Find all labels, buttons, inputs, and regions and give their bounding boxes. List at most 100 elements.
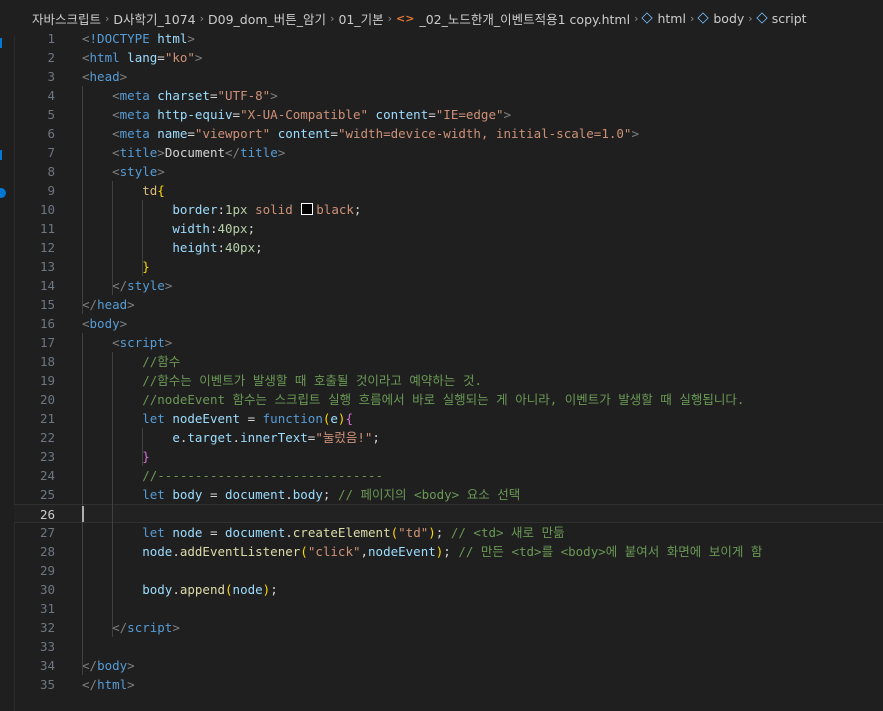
breadcrumb-folder[interactable]: D09_dom_버튼_암기 (208, 9, 326, 28)
line-number: 13 (39, 259, 55, 274)
code-token: ; (247, 221, 256, 236)
code-text: </script> (82, 618, 180, 637)
breadcrumb-folder[interactable]: 자바스크립트 (32, 9, 101, 28)
line-number: 30 (39, 582, 55, 597)
code-line[interactable]: 16 <body> (14, 314, 883, 333)
code-text: //nodeEvent 함수는 스크립트 실행 흐름에서 바로 실행되는 게 아… (82, 390, 744, 409)
code-line[interactable]: 35 </html> (14, 675, 883, 694)
code-line[interactable]: 19 //함수는 이벤트가 발생할 때 호출될 것이라고 예약하는 것. (14, 371, 883, 390)
code-line[interactable]: 8 <style> (14, 162, 883, 181)
line-number: 12 (39, 240, 55, 255)
code-line[interactable]: 1 <!DOCTYPE html> (14, 29, 883, 48)
code-line[interactable]: 18 //함수 (14, 352, 883, 371)
code-line[interactable]: 5 <meta http-equiv="X-UA-Compatible" con… (14, 105, 883, 124)
chevron-right-icon: › (330, 11, 335, 25)
breadcrumb-file[interactable]: _02_노드한개_이벤트적용1 copy.html (419, 9, 630, 28)
breadcrumb-symbol[interactable]: html (657, 11, 685, 26)
code-token: </ (225, 145, 241, 160)
symbol-cube-icon (756, 12, 768, 24)
code-line[interactable]: 3 <head> (14, 67, 883, 86)
line-number: 29 (39, 563, 55, 578)
breadcrumb-folder[interactable]: D사학기_1074 (113, 9, 195, 28)
code-line[interactable]: 15 </head> (14, 295, 883, 314)
line-number: 2 (47, 50, 55, 65)
code-line[interactable]: 32 </script> (14, 618, 883, 637)
code-line[interactable]: 17 <script> (14, 333, 883, 352)
code-token: . (172, 582, 180, 597)
code-token: html (89, 50, 120, 65)
line-number: 7 (47, 145, 55, 160)
code-token: > (119, 316, 128, 331)
indent-guide (112, 181, 113, 295)
code-token: body (292, 487, 323, 502)
code-line[interactable]: 30 body.append(node); (14, 580, 883, 599)
code-line[interactable]: 6 <meta name="viewport" content="width=d… (14, 124, 883, 143)
code-token: </ (82, 677, 98, 692)
code-token: ; (372, 430, 380, 445)
code-token: } (142, 259, 150, 274)
html-file-icon: <> (396, 11, 415, 25)
code-token: "viewport" (194, 126, 271, 141)
code-line[interactable]: 21 let nodeEvent = function(e){ (14, 409, 883, 428)
symbol-cube-icon (697, 12, 710, 24)
code-token: < (82, 316, 90, 331)
line-number: 25 (39, 487, 55, 502)
notification-dot-icon[interactable] (0, 188, 6, 198)
code-line[interactable]: 12 height:40px; (14, 238, 883, 257)
code-token: < (82, 50, 90, 65)
code-token: : (217, 240, 225, 255)
code-line[interactable]: 28 node.addEventListener("click",nodeEve… (14, 542, 883, 561)
code-token: . (172, 544, 180, 559)
code-token: </ (112, 278, 128, 293)
code-token: = (202, 525, 226, 540)
code-token: meta (119, 88, 150, 103)
code-line[interactable]: 22 e.target.innerText="눌렀음!"; (14, 428, 883, 447)
code-line[interactable]: 2 <html lang="ko"> (14, 48, 883, 67)
code-token: html (157, 31, 188, 46)
code-line[interactable]: 10 border:1px solid black; (14, 200, 883, 219)
code-token: "ko" (164, 50, 195, 65)
code-text: <meta http-equiv="X-UA-Compatible" conte… (82, 105, 511, 124)
code-line[interactable]: 29 (14, 561, 883, 580)
code-line[interactable]: 27 let node = document.createElement("td… (14, 523, 883, 542)
code-line[interactable]: 33 (14, 637, 883, 656)
code-token: // 만든 <td>를 <body>에 붙여서 화면에 보이게 함 (458, 544, 763, 559)
code-token: < (112, 88, 120, 103)
code-token: //nodeEvent 함수는 스크립트 실행 흐름에서 바로 실행되는 게 아… (142, 392, 745, 407)
breadcrumb-symbol[interactable]: body (713, 11, 744, 26)
code-line[interactable]: 25 let body = document.body; // 페이지의 <bo… (14, 485, 883, 504)
code-token: document (225, 487, 286, 502)
code-line[interactable]: 4 <meta charset="UTF-8"> (14, 86, 883, 105)
breadcrumb-folder[interactable]: 01_기본 (338, 9, 383, 28)
code-token: title (119, 145, 158, 160)
code-token: width (172, 221, 210, 236)
code-token: body (142, 582, 173, 597)
code-line[interactable]: 11 width:40px; (14, 219, 883, 238)
line-number: 32 (39, 620, 55, 635)
code-text: </style> (82, 276, 172, 295)
code-line[interactable]: 7 <title>Document</title> (14, 143, 883, 162)
code-token: innerText (240, 430, 308, 445)
chevron-right-icon: › (748, 11, 753, 25)
code-line[interactable]: 13 } (14, 257, 883, 276)
code-line[interactable]: 9 td{ (14, 181, 883, 200)
code-text: <script> (82, 333, 172, 352)
code-line[interactable]: 23 } (14, 447, 883, 466)
code-text: <title>Document</title> (82, 143, 285, 162)
code-line[interactable]: 34 </body> (14, 656, 883, 675)
code-editor[interactable]: 1 <!DOCTYPE html> 2 <html lang="ko"> 3 <head>… (14, 28, 883, 711)
code-token: = (330, 126, 338, 141)
code-line[interactable]: 31 (14, 599, 883, 618)
code-token: "td" (398, 525, 429, 540)
line-number: 23 (39, 449, 55, 464)
code-line[interactable]: 20 //nodeEvent 함수는 스크립트 실행 흐름에서 바로 실행되는 … (14, 390, 883, 409)
code-line[interactable]: 26 (14, 504, 883, 523)
breadcrumb-symbol[interactable]: script (772, 11, 807, 26)
code-line[interactable]: 14 </style> (14, 276, 883, 295)
code-token: style (127, 278, 165, 293)
color-swatch-icon[interactable] (301, 203, 314, 215)
code-line[interactable]: 24 //------------------------------ (14, 466, 883, 485)
line-number: 6 (47, 126, 55, 141)
